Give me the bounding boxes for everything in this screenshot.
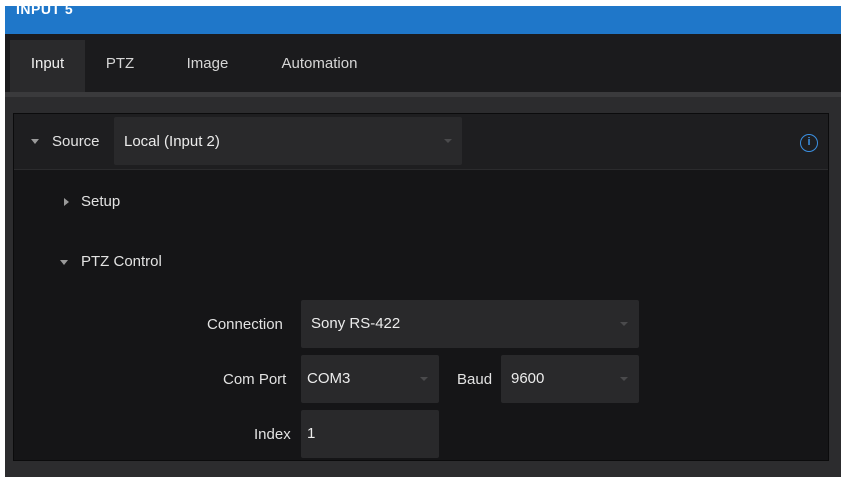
setup-expand-icon[interactable] <box>64 198 69 206</box>
tab-bar: Input PTZ Image Automation <box>5 34 841 92</box>
window-title: INPUT 5 <box>16 6 74 17</box>
index-input[interactable]: 1 <box>301 410 439 458</box>
tab-ptz[interactable]: PTZ <box>90 40 150 92</box>
source-select[interactable]: Local (Input 2) <box>114 117 462 165</box>
baud-select-value: 9600 <box>511 370 545 387</box>
source-row: Source Local (Input 2) i <box>14 114 828 170</box>
com-port-select-value: COM3 <box>307 370 351 387</box>
info-icon[interactable]: i <box>800 134 818 152</box>
tab-automation[interactable]: Automation <box>262 40 377 92</box>
ptz-control-section-label[interactable]: PTZ Control <box>81 253 162 270</box>
source-group: Source Local (Input 2) i Setup PTZ Contr… <box>13 113 829 461</box>
setup-section-label[interactable]: Setup <box>81 193 120 210</box>
source-select-value: Local (Input 2) <box>124 133 220 150</box>
tab-image[interactable]: Image <box>170 40 245 92</box>
connection-select-value: Sony RS-422 <box>311 315 401 332</box>
chevron-down-icon <box>620 322 628 326</box>
connection-label: Connection <box>207 316 283 333</box>
connection-select[interactable]: Sony RS-422 <box>301 300 639 348</box>
baud-select[interactable]: 9600 <box>501 355 639 403</box>
input-settings-window: INPUT 5 Input PTZ Image Automation Sourc… <box>5 6 841 477</box>
index-label: Index <box>254 426 291 443</box>
chevron-down-icon <box>420 377 428 381</box>
com-port-label: Com Port <box>223 371 287 388</box>
com-port-select[interactable]: COM3 <box>301 355 439 403</box>
source-collapse-icon[interactable] <box>31 139 39 144</box>
baud-label: Baud <box>457 371 493 388</box>
input-panel: Source Local (Input 2) i Setup PTZ Contr… <box>5 97 841 477</box>
chevron-down-icon <box>620 377 628 381</box>
window-titlebar[interactable]: INPUT 5 <box>5 6 841 34</box>
tab-input[interactable]: Input <box>10 40 85 92</box>
index-input-value: 1 <box>307 425 316 442</box>
ptz-control-collapse-icon[interactable] <box>60 260 68 265</box>
chevron-down-icon <box>444 139 452 143</box>
source-label: Source <box>52 133 100 150</box>
